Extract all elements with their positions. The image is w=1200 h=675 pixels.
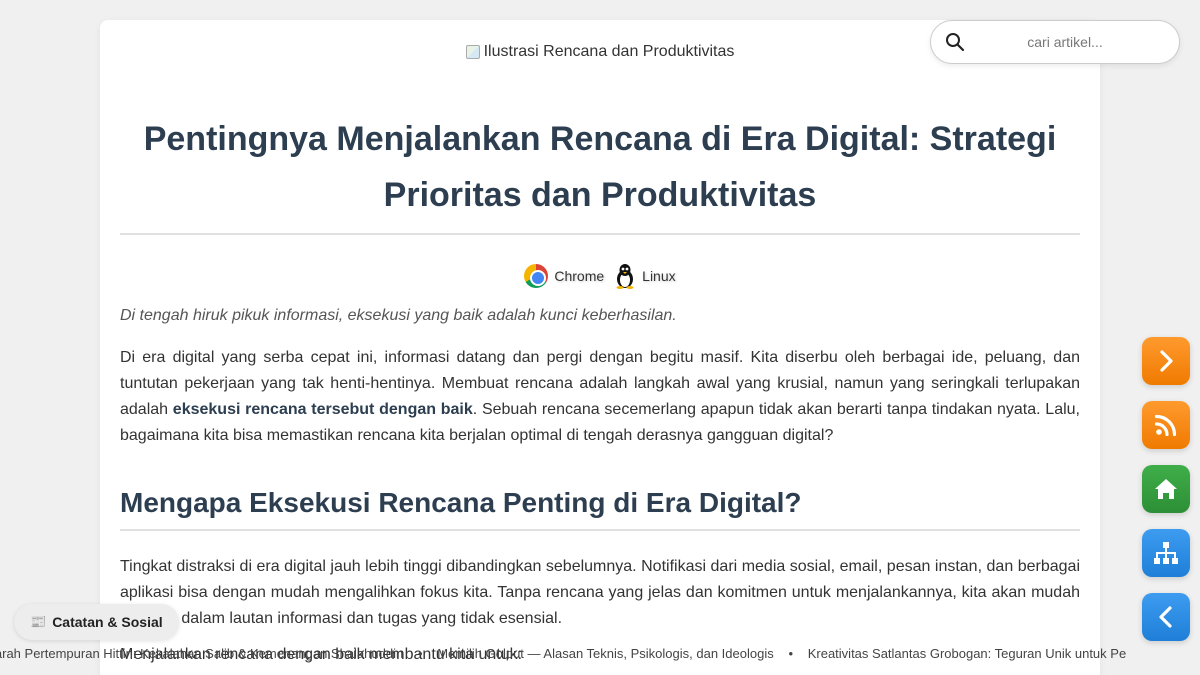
chevron-right-icon (1160, 350, 1173, 372)
article-tagline: Di tengah hiruk pikuk informasi, eksekus… (120, 307, 677, 324)
back-button[interactable] (1142, 593, 1190, 641)
page: Ilustrasi Rencana dan Produktivitas Pent… (0, 0, 1200, 675)
hero-image-alt-text: Ilustrasi Rencana dan Produktivitas (483, 43, 735, 60)
platform-linux: Linux (614, 263, 676, 289)
platform-chrome-label: Chrome (554, 268, 605, 284)
article-title: Pentingnya Menjalankan Rencana di Era Di… (120, 111, 1080, 235)
chevron-left-icon (1159, 606, 1172, 628)
home-button[interactable] (1142, 465, 1190, 513)
linux-tux-icon (616, 264, 634, 289)
section-paragraph: Tingkat distraksi di era digital jauh le… (120, 558, 1080, 627)
intro-text-emphasis: eksekusi rencana tersebut dengan baik (172, 401, 473, 418)
ticker-item[interactable]: jarah Pertempuran Hittin: Kekalahan Sali… (0, 646, 403, 661)
news-ticker: jarah Pertempuran Hittin: Kekalahan Sali… (0, 644, 1200, 664)
ticker-item[interactable]: Kreativitas Satlantas Grobogan: Teguran … (808, 646, 1126, 661)
search-box[interactable] (930, 20, 1180, 64)
section-heading: Mengapa Eksekusi Rencana Penting di Era … (120, 487, 1080, 531)
platform-badges: Chrome Linux (120, 262, 1080, 290)
notes-social-label: Catatan & Sosial (52, 614, 163, 630)
sitemap-icon (1154, 542, 1178, 564)
rss-icon (1154, 414, 1177, 437)
next-button[interactable] (1142, 337, 1190, 385)
ticker-track: jarah Pertempuran Hittin: Kekalahan Sali… (0, 646, 1126, 661)
notes-social-button[interactable]: 📰 Catatan & Sosial (14, 604, 179, 640)
newspaper-icon: 📰 (30, 614, 47, 629)
platform-linux-label: Linux (642, 268, 676, 284)
ticker-item[interactable]: Memilih Golput — Alasan Teknis, Psikolog… (437, 646, 774, 661)
search-icon[interactable] (945, 32, 965, 52)
rss-button[interactable] (1142, 401, 1190, 449)
ticker-bullet: • (788, 646, 793, 661)
sitemap-button[interactable] (1142, 529, 1190, 577)
article-card: Ilustrasi Rencana dan Produktivitas Pent… (100, 20, 1100, 675)
home-icon (1155, 479, 1177, 499)
platform-chrome: Chrome (524, 264, 604, 288)
search-input[interactable] (965, 34, 1165, 50)
broken-image-icon (465, 45, 480, 59)
intro-paragraph: Di era digital yang serba cepat ini, inf… (120, 345, 1080, 449)
chrome-icon (524, 264, 549, 288)
ticker-bullet: • (417, 646, 423, 661)
